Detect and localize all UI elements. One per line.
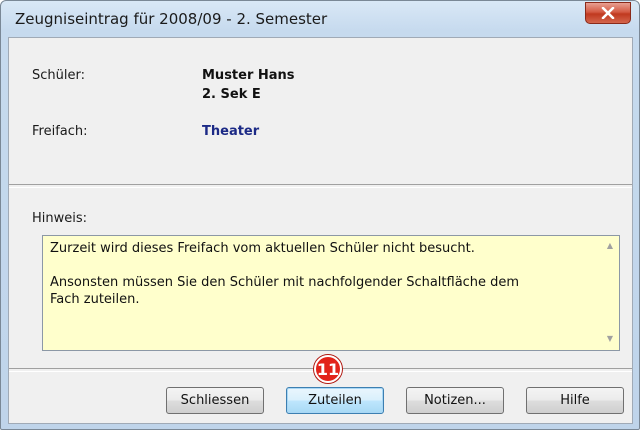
notes-button-label: Notizen... (424, 393, 486, 408)
assign-button-label: Zuteilen (308, 393, 362, 408)
close-button-label: Schliessen (180, 393, 250, 408)
step-number-badge: 11 (314, 355, 342, 383)
subject-value: Theater (202, 124, 260, 139)
hint-text: Zurzeit wird dieses Freifach vom aktuell… (50, 241, 520, 307)
subject-label: Freifach: (32, 124, 88, 139)
help-button[interactable]: Hilfe (526, 387, 624, 414)
student-name: Muster Hans (202, 68, 295, 83)
scroll-down-icon[interactable]: ▼ (605, 334, 615, 344)
help-button-label: Hilfe (560, 393, 590, 408)
divider (9, 184, 632, 188)
student-label: Schüler: (32, 68, 85, 83)
student-class: 2. Sek E (202, 87, 261, 102)
scroll-up-icon[interactable]: ▲ (605, 241, 615, 251)
hint-textbox[interactable]: Zurzeit wird dieses Freifach vom aktuell… (42, 235, 620, 351)
close-icon (601, 7, 615, 19)
notes-button[interactable]: Notizen... (406, 387, 504, 414)
window-title: Zeugniseintrag für 2008/09 - 2. Semester (15, 10, 328, 28)
hint-label: Hinweis: (32, 211, 88, 226)
close-window-button[interactable] (585, 2, 631, 24)
title-bar[interactable]: Zeugniseintrag für 2008/09 - 2. Semester (1, 1, 639, 37)
hint-scrollbar[interactable]: ▲ ▼ (602, 236, 619, 350)
close-button[interactable]: Schliessen (166, 387, 264, 414)
info-section: Schüler: Muster Hans 2. Sek E Freifach: … (9, 38, 632, 184)
assign-button[interactable]: Zuteilen (286, 387, 384, 414)
